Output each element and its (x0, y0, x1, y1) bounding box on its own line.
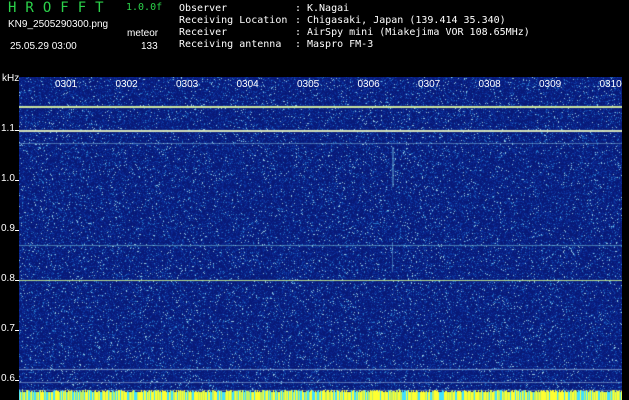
app-version: 1.0.0f (126, 2, 163, 13)
y-tick (15, 380, 19, 381)
waterfall-plot (19, 77, 622, 400)
y-tick (15, 230, 19, 231)
info-label: Observer (179, 3, 228, 14)
y-tick-label: 1.0 (1, 173, 15, 184)
y-tick (15, 330, 19, 331)
observation-type: meteor (127, 28, 159, 39)
y-tick-label: 0.9 (1, 223, 15, 234)
hour-label: 0306 (357, 79, 380, 90)
y-tick-label: 0.7 (1, 323, 15, 334)
info-label: Receiving Location (179, 15, 288, 26)
info-value: Maspro FM-3 (307, 39, 374, 50)
info-label: Receiving antenna (179, 39, 282, 50)
y-tick (15, 130, 19, 131)
info-separator: : (295, 39, 302, 50)
hour-label: 0301 (55, 79, 78, 90)
hour-label: 0308 (478, 79, 501, 90)
info-row-observer: Observer: K.Nagai (179, 3, 349, 15)
echo-count: 133 (141, 41, 158, 52)
app-title: HROFFT (8, 0, 113, 16)
file-name: KN9_2505290300.png (8, 19, 109, 30)
y-tick-label: 0.6 (1, 373, 15, 384)
waterfall-canvas (19, 77, 622, 400)
info-label: Receiver (179, 27, 228, 38)
info-value: Chigasaki, Japan (139.414 35.340) (307, 15, 506, 26)
y-tick-label: 1.1 (1, 123, 15, 134)
info-row-receiver: Receiver: AirSpy mini (Miakejima VOR 108.… (179, 27, 530, 39)
hour-label: 0304 (236, 79, 259, 90)
info-value: AirSpy mini (Miakejima VOR 108.65MHz) (307, 27, 530, 38)
y-tick (15, 180, 19, 181)
timestamp: 25.05.29 03:00 (10, 41, 77, 52)
info-separator: : (295, 3, 302, 14)
y-tick-label: 0.8 (1, 273, 15, 284)
info-row-location: Receiving Location: Chigasaki, Japan (139… (179, 15, 506, 27)
y-tick (15, 280, 19, 281)
info-value: K.Nagai (307, 3, 350, 14)
info-separator: : (295, 15, 302, 26)
hour-label: 0303 (176, 79, 199, 90)
hour-label: 0309 (539, 79, 562, 90)
hour-label: 0305 (297, 79, 320, 90)
time-axis: 0301 0302 0303 0304 0305 0306 0307 0308 0309 0310 (19, 79, 622, 93)
info-separator: : (295, 27, 302, 38)
hour-label: 0307 (418, 79, 441, 90)
info-row-antenna: Receiving antenna: Maspro FM-3 (179, 39, 373, 51)
y-axis-unit: kHz (2, 73, 20, 84)
hour-label: 0302 (115, 79, 138, 90)
hour-label: 0310 (599, 79, 622, 90)
